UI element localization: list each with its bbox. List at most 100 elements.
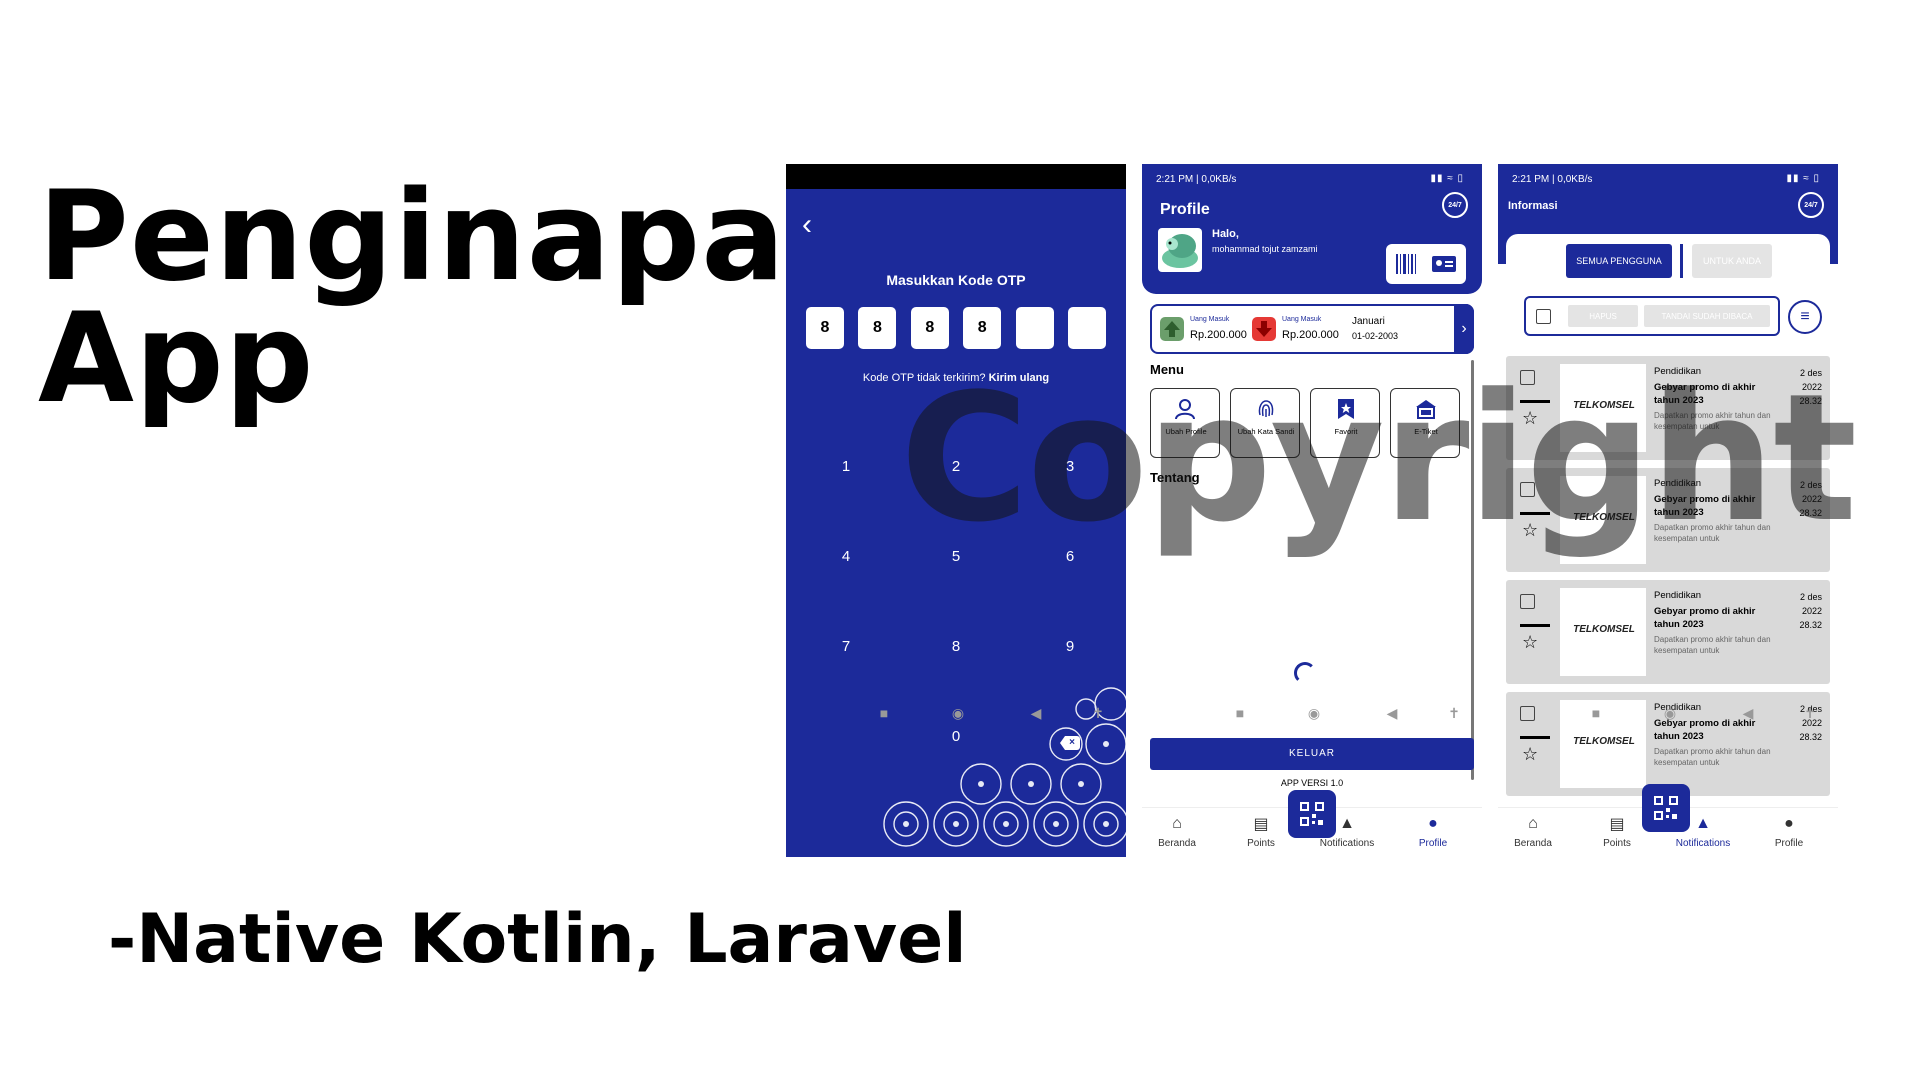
date-time: 28.32 [1799,396,1822,406]
otp-digit-input[interactable] [1015,307,1054,349]
resend-line: Kode OTP tidak terkirim? Kirim ulang [786,372,1126,384]
notification-card[interactable]: ☆ TELKOMSEL Pendidikan Gebyar promo di a… [1506,468,1830,572]
recents-icon[interactable]: ■ [1232,705,1248,721]
avatar [1158,228,1202,272]
balance-card[interactable]: Uang Masuk Rp.200.000 Uang Masuk Rp.200.… [1150,304,1474,354]
tab-semua-pengguna[interactable]: SEMUA PENGGUNA [1566,244,1672,278]
home-icon: ⌂ [1172,815,1182,832]
date-year: 2022 [1801,606,1822,616]
logout-button[interactable]: KELUAR [1150,738,1474,770]
user-edit-icon [1175,399,1195,420]
member-card-button[interactable] [1386,244,1466,284]
star-icon[interactable]: ☆ [1522,520,1538,541]
app-version: APP VERSI 1.0 [1280,778,1344,788]
divider [1520,512,1550,515]
slide-subtitle: -Native Kotlin, Laravel [108,900,967,979]
star-icon[interactable]: ☆ [1522,632,1538,653]
chevron-right-icon[interactable]: › [1454,304,1474,354]
nav-item-points[interactable]: ▤ Points [1226,814,1296,849]
otp-digit-input[interactable]: 8 [858,307,897,349]
money-month: Januari [1352,316,1385,327]
tab-untuk-anda[interactable]: UNTUK ANDA [1692,244,1772,278]
menu-item-ubah-profile[interactable]: Ubah Profile [1150,388,1220,458]
card-checkbox[interactable] [1520,482,1535,497]
home-icon[interactable]: ◉ [950,705,966,721]
support-24-7-icon[interactable]: 24/7 [1798,192,1824,218]
chevron-left-icon[interactable]: ‹ [802,208,812,242]
otp-digit-input[interactable]: 8 [963,307,1002,349]
otp-digit-input[interactable]: 8 [806,307,844,349]
barcode-icon [1396,254,1456,274]
keypad-key-9[interactable]: 9 [1050,638,1090,655]
card-checkbox[interactable] [1520,370,1535,385]
menu-item-favorit[interactable]: Favorit [1310,388,1380,458]
nav-label: Beranda [1514,838,1552,849]
greeting: Halo, [1212,228,1239,240]
menu-item-ubah-kata-sandi[interactable]: Ubah Kata Sandi [1230,388,1300,458]
fingerprint-icon [1258,400,1274,417]
keypad-key-5[interactable]: 5 [936,548,976,565]
card-description: Dapatkan promo akhir tahun dan kesempata… [1654,747,1771,767]
money-in-label: Uang Masuk [1190,316,1230,323]
nav-item-beranda[interactable]: ⌂ Beranda [1498,814,1568,849]
keypad-key-1[interactable]: 1 [826,458,866,475]
otp-screen: ‹ Masukkan Kode OTP 8 8 8 8 Kode OTP tid… [786,164,1126,857]
card-category: Pendidikan [1654,478,1702,489]
qr-scan-button[interactable] [1288,790,1336,838]
delete-button[interactable]: HAPUS [1568,305,1638,327]
accessibility-icon[interactable]: ✝ [1090,705,1106,721]
ticket-icon [1416,400,1436,419]
keypad-key-6[interactable]: 6 [1050,548,1090,565]
nav-item-profile[interactable]: ● Profile [1398,814,1468,849]
keypad-key-8[interactable]: 8 [936,638,976,655]
date-year: 2022 [1801,494,1822,504]
recents-icon[interactable]: ■ [876,705,892,721]
promo-thumbnail: TELKOMSEL [1560,588,1646,676]
recents-icon[interactable]: ■ [1588,705,1604,721]
select-all-checkbox[interactable] [1536,309,1551,324]
divider [1520,400,1550,403]
points-icon: ▤ [1609,816,1625,833]
qr-scan-button[interactable] [1642,784,1690,832]
otp-digit-input[interactable]: 8 [910,307,949,349]
notification-card[interactable]: ☆ TELKOMSEL Pendidikan Gebyar promo di a… [1506,356,1830,460]
support-24-7-icon[interactable]: 24/7 [1442,192,1468,218]
star-icon[interactable]: ☆ [1522,744,1538,765]
star-icon[interactable]: ☆ [1522,408,1538,429]
card-checkbox[interactable] [1520,594,1535,609]
keypad-key-3[interactable]: 3 [1050,458,1090,475]
home-icon[interactable]: ◉ [1662,705,1678,721]
keypad-key-2[interactable]: 2 [936,458,976,475]
nav-label: Beranda [1158,838,1196,849]
resend-link[interactable]: Kirim ulang [989,372,1050,384]
promo-thumbnail: TELKOMSEL [1560,364,1646,452]
home-icon: ⌂ [1528,815,1538,832]
accessibility-icon[interactable]: ✝ [1802,705,1818,721]
menu-item-label: Favorit [1334,427,1358,436]
menu-item-e-tiket[interactable]: E-Tiket [1390,388,1460,458]
keypad-key-4[interactable]: 4 [826,548,866,565]
card-description: Dapatkan promo akhir tahun dan kesempata… [1654,635,1771,655]
accessibility-icon[interactable]: ✝ [1446,705,1462,721]
username: mohammad tojut zamzami [1212,244,1318,254]
nav-item-beranda[interactable]: ⌂ Beranda [1142,814,1212,849]
date-year: 2022 [1801,382,1822,392]
slide-title-line2: App [38,287,315,431]
page-title: Profile [1160,201,1210,218]
back-icon[interactable]: ◀ [1028,705,1044,721]
nav-label: Points [1247,838,1275,849]
date-time: 28.32 [1799,620,1822,630]
points-icon: ▤ [1253,816,1269,833]
otp-digit-input[interactable] [1067,307,1106,349]
nav-label: Profile [1774,838,1804,849]
home-icon[interactable]: ◉ [1306,705,1322,721]
back-icon[interactable]: ◀ [1740,705,1756,721]
person-icon: ● [1784,815,1794,832]
back-icon[interactable]: ◀ [1384,705,1400,721]
hamburger-menu-icon[interactable]: ≡ [1788,300,1822,334]
notification-card[interactable]: ☆ TELKOMSEL Pendidikan Gebyar promo di a… [1506,580,1830,684]
mark-read-button[interactable]: TANDAI SUDAH DIBACA [1644,305,1770,327]
nav-item-profile[interactable]: ● Profile [1754,814,1824,849]
card-category: Pendidikan [1654,366,1702,377]
keypad-key-7[interactable]: 7 [826,638,866,655]
